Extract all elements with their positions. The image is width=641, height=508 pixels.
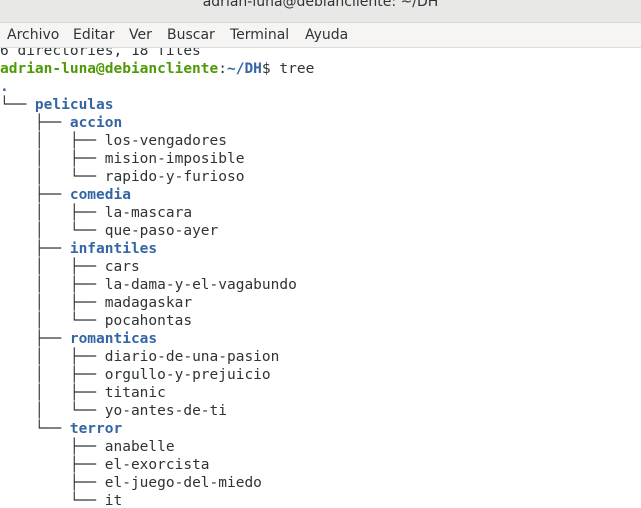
tree-file-line: │ ├── diario-de-una-pasion <box>0 348 279 366</box>
tree-file-line: ├── el-juego-del-miedo <box>0 474 262 492</box>
tree-dir-name: romanticas <box>69 331 158 347</box>
tree-connector: │ └── <box>0 223 105 239</box>
tree-connector: │ ├── <box>0 205 105 221</box>
tree-dir-name: comedia <box>69 187 131 203</box>
tree-dir-name: terror <box>69 421 123 437</box>
tree-dir-line: └── peliculas <box>0 96 114 114</box>
tree-connector: │ ├── <box>0 295 105 311</box>
tree-connector: │ └── <box>0 403 105 419</box>
tree-connector: │ ├── <box>0 367 105 383</box>
tree-dir-line: ├── accion <box>0 114 122 132</box>
tree-file-name: diario-de-una-pasion <box>104 349 280 365</box>
tree-connector: │ ├── <box>0 151 105 167</box>
tree-connector: │ ├── <box>0 349 105 365</box>
tree-connector: ├── <box>0 241 70 257</box>
tree-file-line: │ ├── los-vengadores <box>0 132 227 150</box>
tree-connector: └── <box>0 97 35 113</box>
tree-file-name: anabelle <box>104 439 175 455</box>
tree-dir-line: ├── romanticas <box>0 330 157 348</box>
menu-editar[interactable]: Editar <box>73 26 114 44</box>
tree-dir-line: . <box>0 78 9 96</box>
prompt-user: adrian-luna@debiancliente <box>0 61 219 77</box>
tree-file-name: la-mascara <box>104 205 193 221</box>
tree-connector: │ └── <box>0 169 105 185</box>
tree-connector: │ ├── <box>0 133 105 149</box>
tree-file-line: │ └── pocahontas <box>0 312 192 330</box>
tree-connector: └── <box>0 421 70 437</box>
prompt-path: ~/DH <box>226 61 262 77</box>
menu-ver[interactable]: Ver <box>129 26 152 44</box>
prompt-separator: : <box>218 61 227 77</box>
tree-file-line: │ ├── cars <box>0 258 140 276</box>
tree-file-name: que-paso-ayer <box>104 223 219 239</box>
tree-file-name: cars <box>104 259 140 275</box>
tree-file-line: └── it <box>0 492 122 508</box>
tree-dir-name: peliculas <box>34 97 114 113</box>
tree-connector: └── <box>0 493 105 508</box>
prompt-line: adrian-luna@debiancliente:~/DH$ tree <box>0 60 314 78</box>
tree-file-line: │ ├── mision-imposible <box>0 150 245 168</box>
menu-buscar[interactable]: Buscar <box>167 26 215 44</box>
tree-connector: │ └── <box>0 313 105 329</box>
tree-file-name: titanic <box>104 385 166 401</box>
menu-bar: Archivo Editar Ver Buscar Terminal Ayuda <box>0 23 641 48</box>
tree-file-name: orgullo-y-prejuicio <box>104 367 271 383</box>
tree-file-line: │ ├── orgullo-y-prejuicio <box>0 366 271 384</box>
tree-file-name: yo-antes-de-ti <box>104 403 227 419</box>
tree-dir-line: ├── infantiles <box>0 240 157 258</box>
tree-file-name: mision-imposible <box>104 151 245 167</box>
tree-dir-name: . <box>0 79 9 95</box>
tree-connector: │ ├── <box>0 277 105 293</box>
tree-file-line: ├── anabelle <box>0 438 175 456</box>
tree-connector: │ ├── <box>0 259 105 275</box>
tree-file-name: it <box>104 493 123 508</box>
tree-file-line: │ └── rapido-y-furioso <box>0 168 245 186</box>
menu-archivo[interactable]: Archivo <box>7 26 59 44</box>
menu-ayuda[interactable]: Ayuda <box>305 26 348 44</box>
command-text: tree <box>279 61 315 77</box>
tree-file-name: el-exorcista <box>104 457 210 473</box>
tree-dir-line: ├── comedia <box>0 186 131 204</box>
tree-file-name: los-vengadores <box>104 133 227 149</box>
tree-file-line: │ └── yo-antes-de-ti <box>0 402 227 420</box>
window-title: adrian-luna@debiancliente: ~/DH <box>202 0 439 10</box>
tree-file-line: │ ├── madagaskar <box>0 294 192 312</box>
tree-connector: ├── <box>0 439 105 455</box>
tree-summary-line: 6 directories, 18 files <box>0 48 201 59</box>
tree-file-line: │ └── que-paso-ayer <box>0 222 218 240</box>
tree-dir-line: └── terror <box>0 420 122 438</box>
tree-file-line: ├── el-exorcista <box>0 456 210 474</box>
tree-connector: ├── <box>0 475 105 491</box>
tree-file-name: pocahontas <box>104 313 193 329</box>
menu-terminal[interactable]: Terminal <box>230 26 289 44</box>
tree-file-name: la-dama-y-el-vagabundo <box>104 277 297 293</box>
tree-file-name: el-juego-del-miedo <box>104 475 262 491</box>
window-titlebar[interactable]: adrian-luna@debiancliente: ~/DH <box>0 0 641 23</box>
tree-file-name: madagaskar <box>104 295 193 311</box>
tree-connector: │ ├── <box>0 385 105 401</box>
tree-dir-name: infantiles <box>69 241 158 257</box>
tree-file-line: │ ├── la-mascara <box>0 204 192 222</box>
tree-file-name: rapido-y-furioso <box>104 169 245 185</box>
terminal-output[interactable]: 6 directories, 18 files adrian-luna@debi… <box>0 48 641 508</box>
tree-connector: ├── <box>0 187 70 203</box>
tree-connector: ├── <box>0 115 70 131</box>
tree-connector: ├── <box>0 331 70 347</box>
tree-file-line: │ ├── titanic <box>0 384 166 402</box>
prompt-suffix: $ <box>261 61 280 77</box>
tree-dir-name: accion <box>69 115 123 131</box>
tree-file-line: │ ├── la-dama-y-el-vagabundo <box>0 276 297 294</box>
tree-connector: ├── <box>0 457 105 473</box>
